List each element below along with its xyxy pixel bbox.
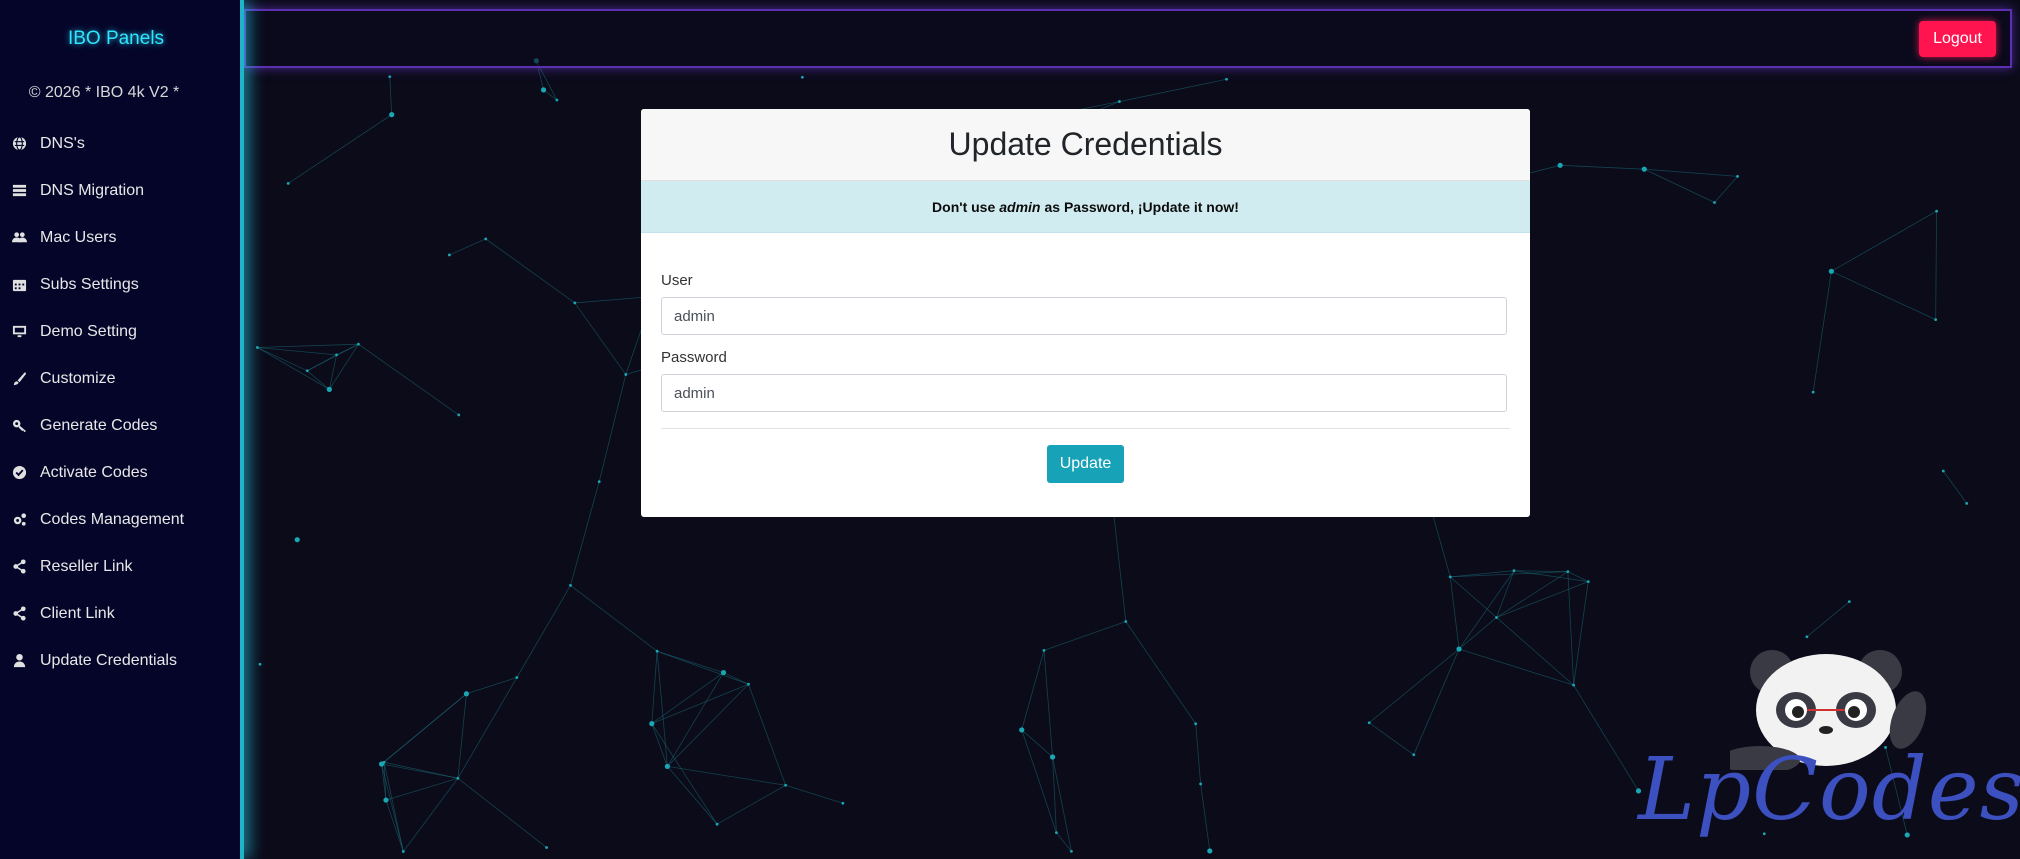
- cogs-icon: [10, 511, 28, 529]
- logout-button[interactable]: Logout: [1919, 21, 1996, 57]
- calendar-icon: [10, 276, 28, 294]
- sidebar-item-dns[interactable]: DNS's: [0, 120, 236, 167]
- sidebar-item-label: Update Credentials: [40, 651, 177, 669]
- sidebar-item-label: Reseller Link: [40, 557, 133, 575]
- desktop-icon: [10, 323, 28, 341]
- sidebar-item-dns-migration[interactable]: DNS Migration: [0, 167, 236, 214]
- copyright-text: © 2026 * IBO 4k V2 *: [28, 84, 180, 101]
- brand-title[interactable]: IBO Panels: [0, 28, 232, 50]
- sidebar-item-label: Mac Users: [40, 228, 117, 246]
- watermark-text: LpCodes: [1638, 740, 2020, 840]
- sidebar-item-generate-codes[interactable]: Generate Codes: [0, 402, 236, 449]
- sidebar-nav: DNS's DNS Migration Mac Users Subs Setti…: [0, 120, 236, 684]
- password-input[interactable]: [661, 374, 1507, 412]
- share-icon: [10, 558, 28, 576]
- sidebar: IBO Panels © 2026 * IBO 4k V2 * DNS's DN…: [0, 0, 244, 859]
- sidebar-item-label: Demo Setting: [40, 322, 137, 340]
- sidebar-item-demo-setting[interactable]: Demo Setting: [0, 308, 236, 355]
- user-label: User: [661, 272, 693, 289]
- update-button[interactable]: Update: [1046, 445, 1125, 483]
- alert-emphasis: admin: [999, 198, 1041, 215]
- key-icon: [10, 417, 28, 435]
- sidebar-item-customize[interactable]: Customize: [0, 355, 236, 402]
- users-icon: [10, 229, 28, 247]
- card-title: Update Credentials: [641, 109, 1530, 181]
- sidebar-item-update-credentials[interactable]: Update Credentials: [0, 637, 236, 684]
- share-icon: [10, 605, 28, 623]
- alert-suffix: as Password, ¡Update it now!: [1044, 198, 1239, 215]
- sidebar-item-client-link[interactable]: Client Link: [0, 590, 236, 637]
- sidebar-item-mac-users[interactable]: Mac Users: [0, 214, 236, 261]
- sidebar-item-subs-settings[interactable]: Subs Settings: [0, 261, 236, 308]
- password-label: Password: [661, 349, 727, 366]
- user-input[interactable]: [661, 297, 1507, 335]
- sidebar-item-codes-management[interactable]: Codes Management: [0, 496, 236, 543]
- globe-icon: [10, 135, 28, 153]
- password-warning-alert: Don't use admin as Password, ¡Update it …: [641, 181, 1530, 233]
- sidebar-item-label: Codes Management: [40, 510, 185, 528]
- sidebar-item-label: DNS Migration: [40, 181, 145, 199]
- sidebar-item-label: Generate Codes: [40, 416, 158, 434]
- sidebar-item-reseller-link[interactable]: Reseller Link: [0, 543, 236, 590]
- user-icon: [10, 652, 28, 670]
- sidebar-item-label: Subs Settings: [40, 275, 139, 293]
- sidebar-item-label: DNS's: [40, 134, 85, 152]
- sidebar-item-label: Client Link: [40, 604, 115, 622]
- form-divider: [661, 428, 1510, 429]
- sidebar-item-label: Customize: [40, 369, 116, 387]
- sidebar-item-activate-codes[interactable]: Activate Codes: [0, 449, 236, 496]
- top-bar: Logout: [244, 9, 2012, 68]
- lpcodes-watermark: LpCodes: [1620, 640, 2020, 859]
- credentials-form: User Password Update: [641, 233, 1530, 483]
- server-icon: [10, 182, 28, 200]
- brush-icon: [10, 370, 28, 388]
- alert-prefix: Don't use: [932, 198, 996, 215]
- check-circle-icon: [10, 464, 28, 482]
- sidebar-item-label: Activate Codes: [40, 463, 148, 481]
- update-credentials-card: Update Credentials Don't use admin as Pa…: [641, 109, 1530, 517]
